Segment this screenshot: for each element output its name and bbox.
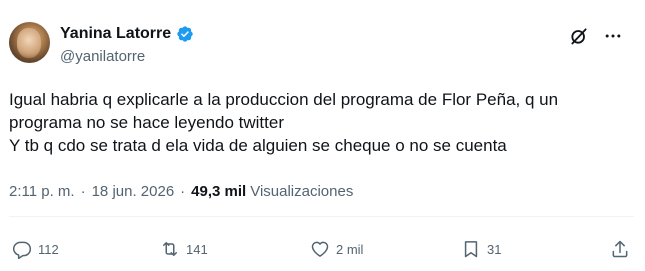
reply-button[interactable]: 112 bbox=[12, 239, 59, 259]
reply-icon bbox=[12, 239, 32, 259]
views-label[interactable]: Visualizaciones bbox=[250, 183, 353, 200]
share-icon bbox=[610, 239, 630, 259]
meta-separator: · bbox=[180, 183, 186, 200]
more-icon[interactable] bbox=[603, 26, 623, 46]
like-count: 2 mil bbox=[336, 241, 364, 257]
retweet-icon bbox=[160, 239, 180, 259]
grok-icon[interactable] bbox=[569, 26, 589, 46]
reply-count: 112 bbox=[38, 241, 59, 257]
author-name-row: Yanina Latorre bbox=[60, 25, 194, 43]
tweet-header: Yanina Latorre @yanilatorre bbox=[0, 0, 645, 80]
divider bbox=[9, 216, 634, 217]
share-button[interactable] bbox=[610, 239, 630, 259]
bookmark-icon bbox=[461, 239, 481, 259]
bookmark-count: 31 bbox=[487, 241, 502, 257]
verified-badge-icon[interactable] bbox=[176, 25, 194, 43]
tweet-text: Igual habria q explicarle a la produccio… bbox=[9, 88, 639, 157]
retweet-count: 141 bbox=[186, 241, 208, 257]
meta-separator: · bbox=[80, 183, 86, 200]
tweet-text-line: Igual habria q explicarle a la produccio… bbox=[9, 90, 559, 109]
tweet-meta: 2:11 p. m. · 18 jun. 2026 · 49,3 mil Vis… bbox=[9, 183, 353, 200]
tweet-text-line: Y tb q cdo se trata d ela vida de alguie… bbox=[9, 136, 507, 155]
tweet-time[interactable]: 2:11 p. m. bbox=[9, 183, 75, 200]
views-count[interactable]: 49,3 mil bbox=[191, 183, 246, 200]
tweet-date[interactable]: 18 jun. 2026 bbox=[92, 183, 175, 200]
like-button[interactable]: 2 mil bbox=[310, 239, 363, 259]
bookmark-button[interactable]: 31 bbox=[461, 239, 501, 259]
tweet-action-bar: 112 141 2 mil 31 bbox=[0, 226, 645, 266]
retweet-button[interactable]: 141 bbox=[160, 239, 208, 259]
avatar[interactable] bbox=[9, 22, 50, 63]
author-display-name[interactable]: Yanina Latorre bbox=[60, 25, 171, 43]
like-icon bbox=[310, 239, 330, 259]
author-handle[interactable]: @yanilatorre bbox=[60, 48, 145, 65]
tweet-top-actions bbox=[569, 26, 623, 46]
tweet-text-line: programa no se hace leyendo twitter bbox=[9, 113, 284, 132]
